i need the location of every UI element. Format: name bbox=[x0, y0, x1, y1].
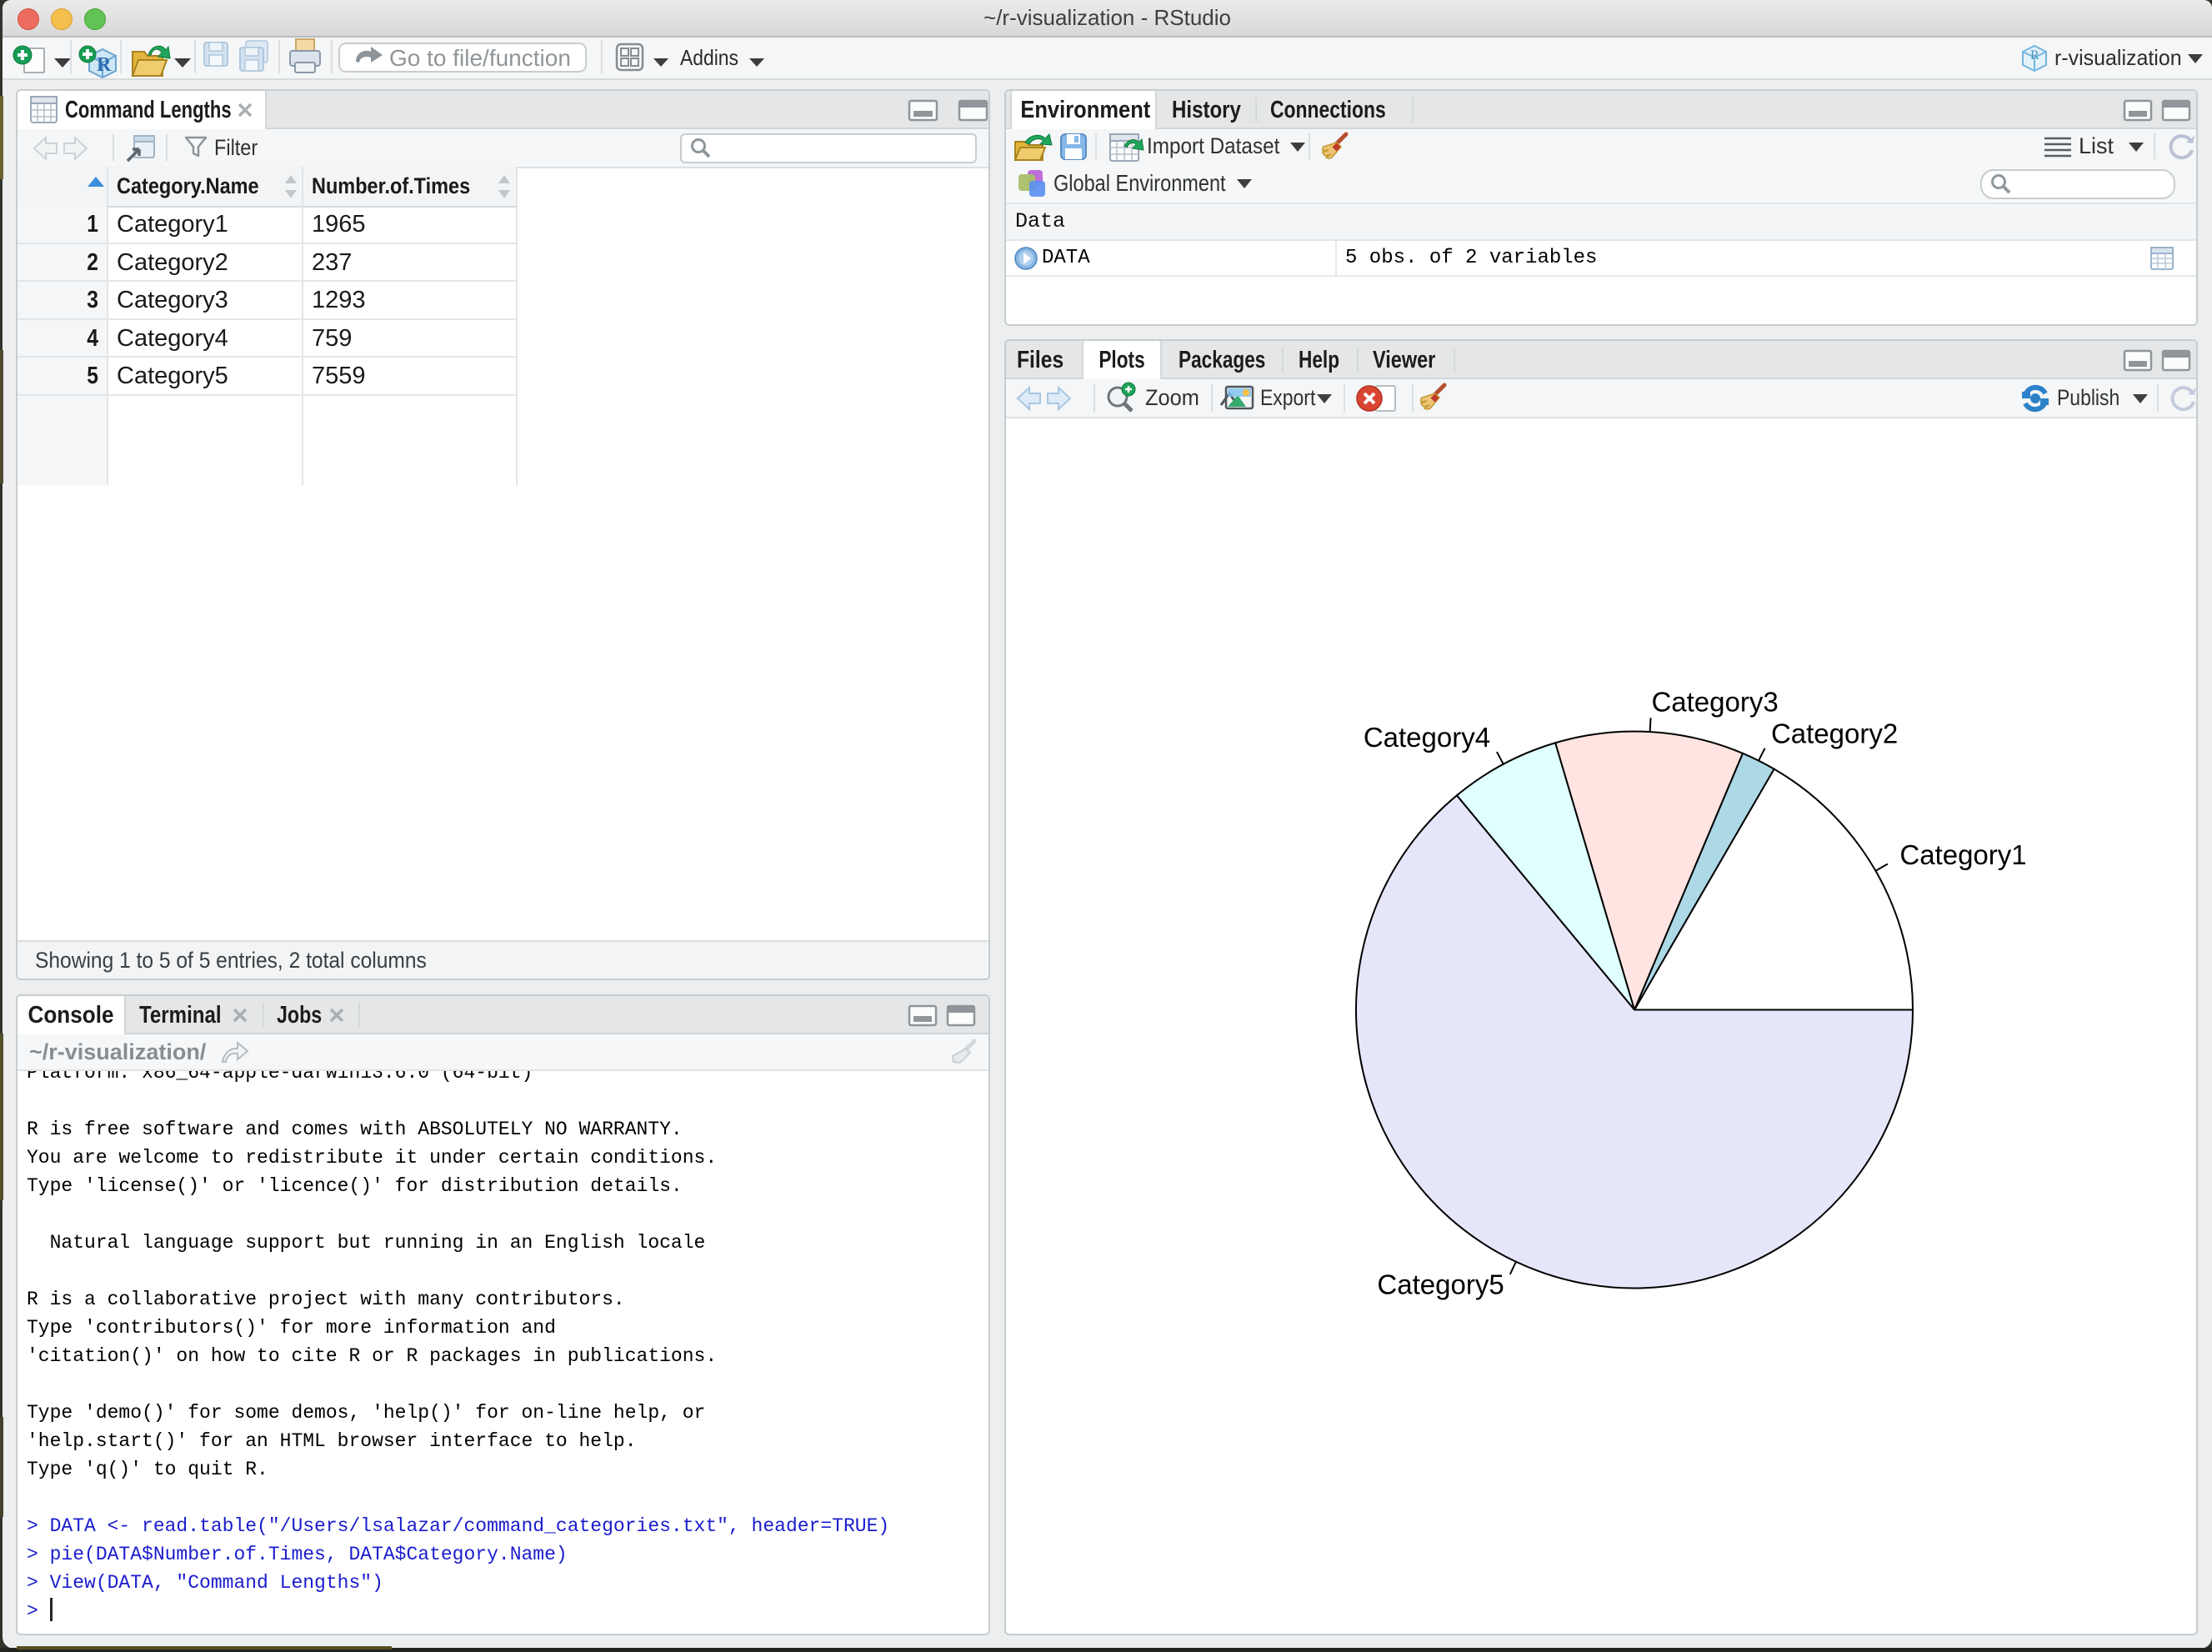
svg-text:Category4: Category4 bbox=[1364, 722, 1490, 753]
svg-text:Category3: Category3 bbox=[1651, 686, 1778, 717]
svg-text:Category5: Category5 bbox=[1377, 1269, 1504, 1300]
svg-text:R: R bbox=[2030, 48, 2039, 63]
svg-text:Category2: Category2 bbox=[1771, 718, 1898, 748]
svg-text:R: R bbox=[97, 54, 112, 76]
svg-text:Category1: Category1 bbox=[1899, 839, 2026, 870]
